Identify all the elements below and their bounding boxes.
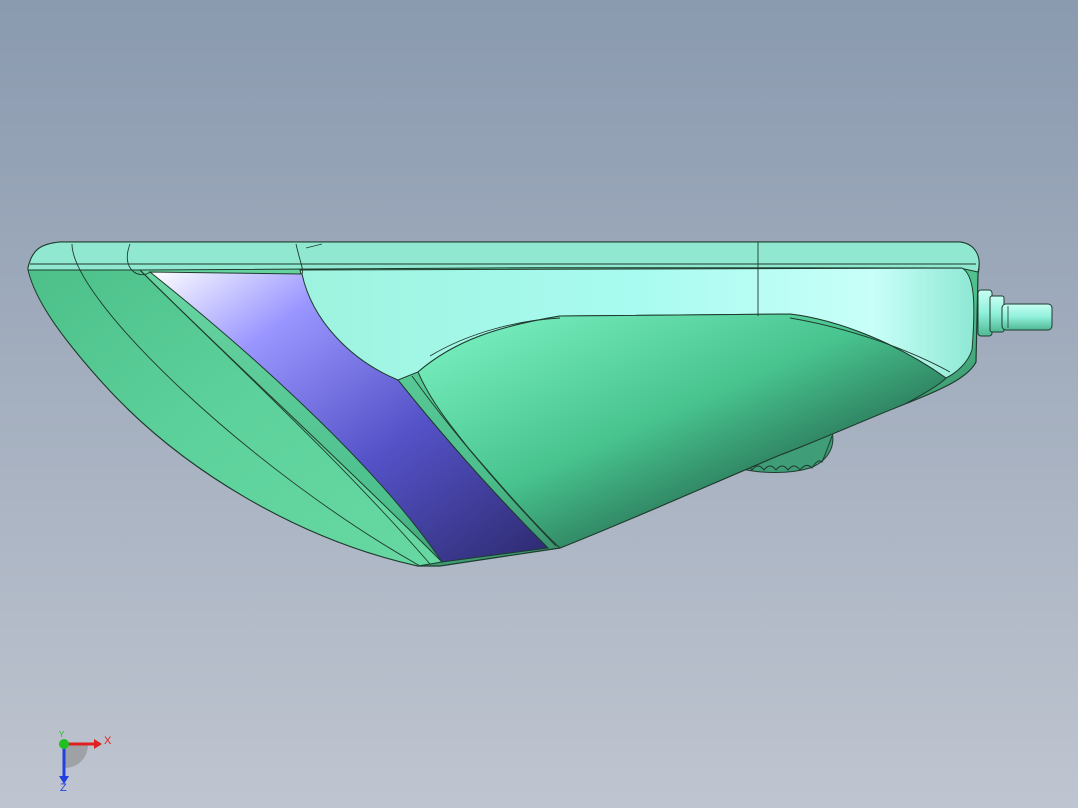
model-scene[interactable] [0,0,1078,808]
graphics-viewport[interactable]: X Y Z [0,0,1078,808]
top-rim [27,241,980,273]
y-axis-label: Y [59,730,65,739]
z-axis-label: Z [60,782,67,792]
triad-shadow [64,744,88,768]
x-axis-head [94,739,102,749]
x-axis-label: X [104,735,112,747]
y-axis-dot [59,739,69,749]
coordinate-triad: X Y Z [59,730,112,792]
